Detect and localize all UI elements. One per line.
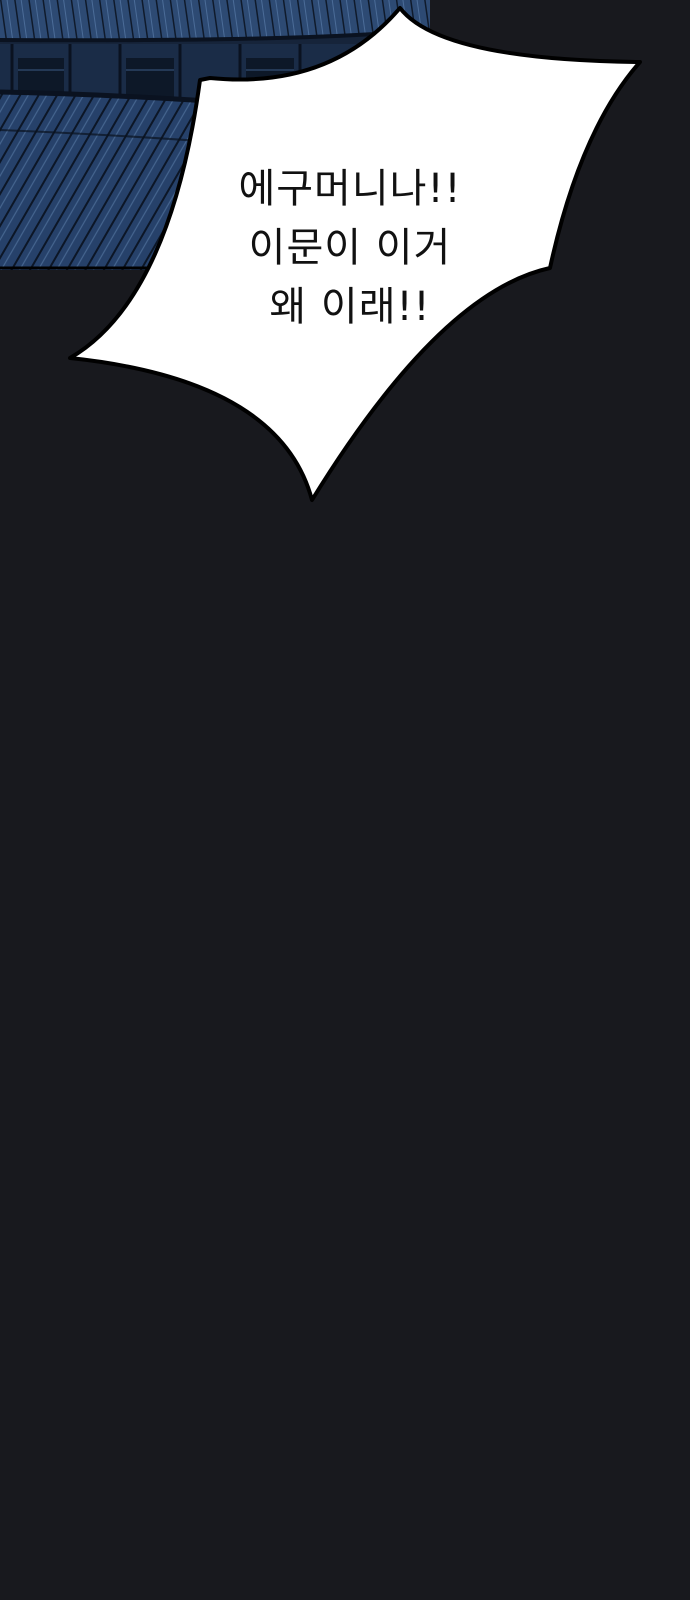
speech-line: 왜 이래!! (269, 284, 431, 330)
speech-line: 이문이 이거 (248, 225, 452, 271)
speech-bubble-text: 에구머니나!! 이문이 이거 왜 이래!! (200, 160, 500, 337)
comic-panel: 에구머니나!! 이문이 이거 왜 이래!! (0, 0, 690, 1600)
speech-line: 에구머니나!! (238, 166, 462, 212)
